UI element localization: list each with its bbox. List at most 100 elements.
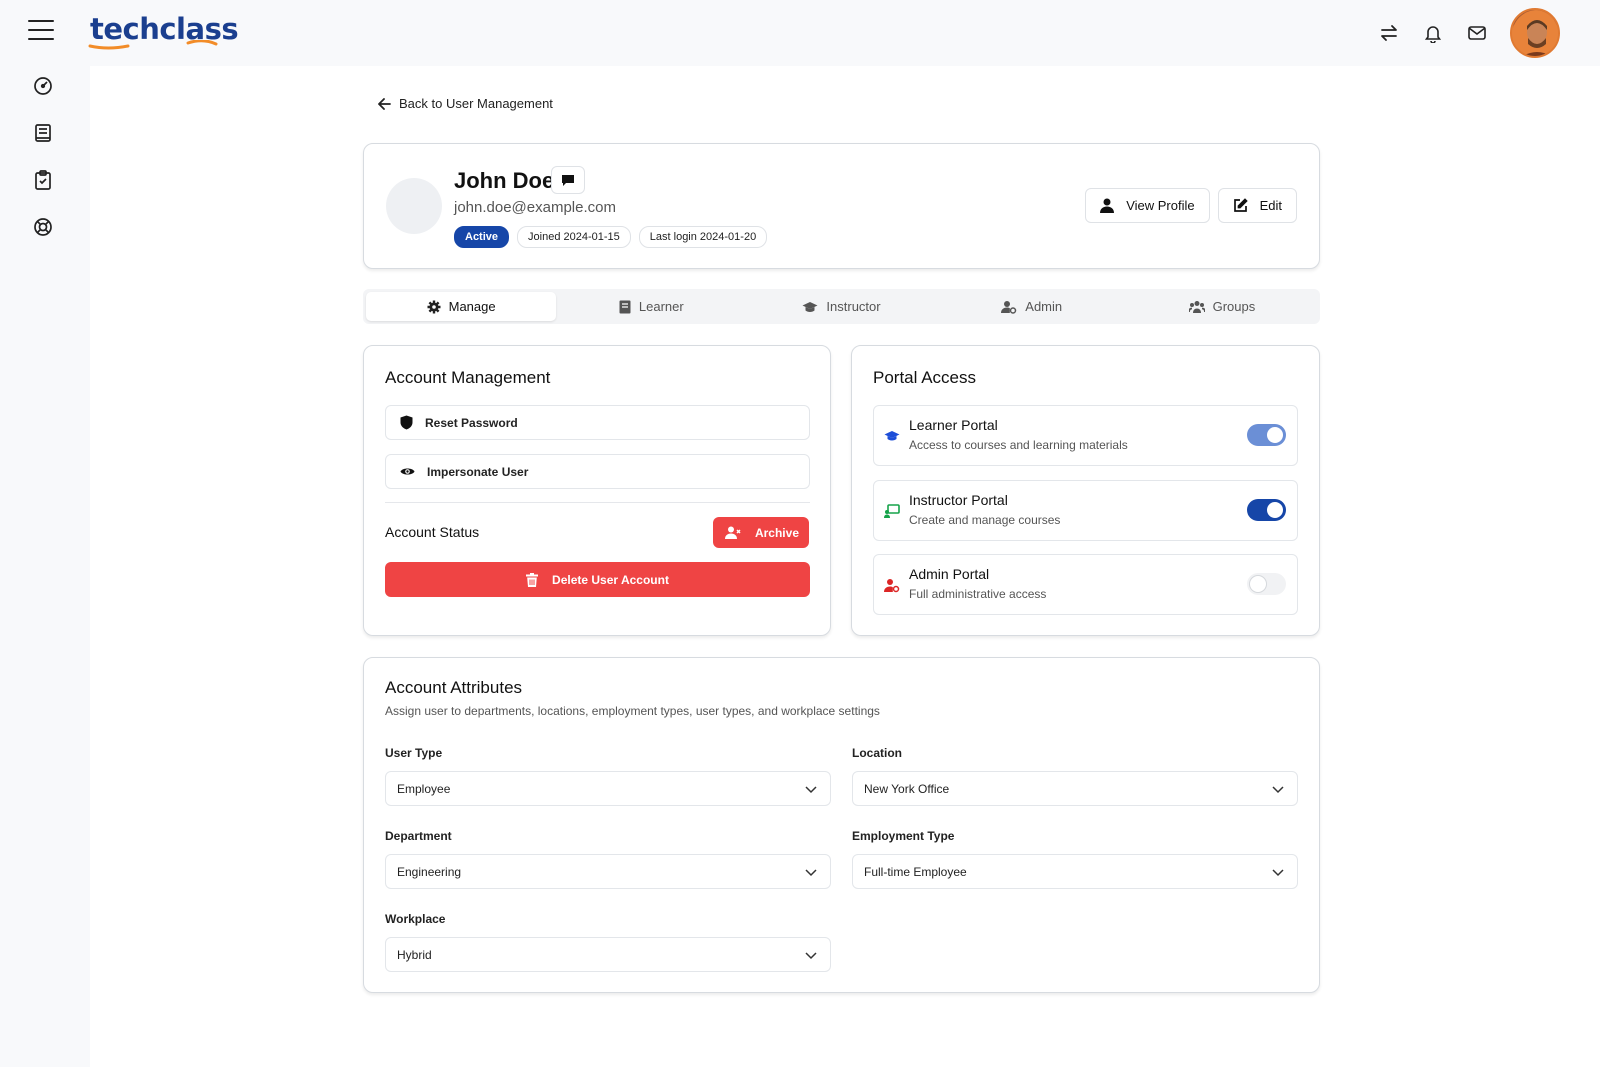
switch-icon[interactable] <box>1378 22 1400 44</box>
learner-portal-name: Learner Portal <box>909 417 998 433</box>
sidebar <box>0 66 90 1067</box>
user-type-select[interactable]: Employee <box>385 771 831 806</box>
workplace-select[interactable]: Hybrid <box>385 937 831 972</box>
user-cog-icon <box>884 579 900 593</box>
user-type-value: Employee <box>397 781 451 796</box>
presentation-icon <box>884 504 900 518</box>
tab-learner-label: Learner <box>638 299 684 314</box>
gear-icon <box>427 300 441 313</box>
tab-manage[interactable]: Manage <box>366 292 557 321</box>
tab-groups-label: Groups <box>1212 299 1256 314</box>
workplace-value: Hybrid <box>397 947 432 962</box>
employment-type-label: Employment Type <box>852 829 955 843</box>
impersonate-user-label: Impersonate User <box>427 464 529 479</box>
arrow-left-icon <box>378 97 391 110</box>
users-icon <box>1188 301 1205 313</box>
instructor-portal-row: Instructor Portal Create and manage cour… <box>873 480 1298 541</box>
shield-icon <box>400 415 413 430</box>
account-management-title: Account Management <box>385 368 551 387</box>
tab-learner[interactable]: Learner <box>556 292 746 321</box>
learner-portal-desc: Access to courses and learning materials <box>909 438 1128 452</box>
admin-portal-toggle[interactable] <box>1247 573 1286 595</box>
edit-label: Edit <box>1259 198 1282 213</box>
view-profile-label: View Profile <box>1126 198 1195 213</box>
archive-button[interactable]: Archive <box>712 517 809 548</box>
account-management-card: Account Management Reset Password Impers… <box>363 345 831 636</box>
instructor-portal-desc: Create and manage courses <box>909 513 1061 527</box>
tab-admin[interactable]: Admin <box>937 292 1127 321</box>
back-link-label: Back to User Management <box>399 96 553 111</box>
mail-icon[interactable] <box>1466 22 1488 44</box>
chevron-down-icon <box>805 869 817 877</box>
tab-instructor[interactable]: Instructor <box>746 292 936 321</box>
delete-user-account-label: Delete User Account <box>552 572 669 587</box>
message-button[interactable] <box>551 166 585 194</box>
chevron-down-icon <box>805 786 817 794</box>
user-cog-icon <box>1001 300 1017 314</box>
lifebuoy-icon[interactable] <box>32 216 54 238</box>
admin-portal-desc: Full administrative access <box>909 587 1047 601</box>
logo-swoosh-icon <box>88 40 218 50</box>
account-attributes-card: Account Attributes Assign user to depart… <box>363 657 1320 993</box>
department-value: Engineering <box>397 864 462 879</box>
menu-icon[interactable] <box>28 20 54 42</box>
eye-icon <box>400 468 415 475</box>
delete-user-account-button[interactable]: Delete User Account <box>385 562 810 597</box>
impersonate-user-button[interactable]: Impersonate User <box>385 454 810 489</box>
workplace-label: Workplace <box>385 912 446 926</box>
profile-card: John Doe john.doe@example.com Active Joi… <box>363 143 1320 269</box>
location-value: New York Office <box>864 781 950 796</box>
user-name: John Doe <box>454 168 555 193</box>
reset-password-label: Reset Password <box>425 415 518 430</box>
archive-label: Archive <box>754 525 799 540</box>
admin-portal-name: Admin Portal <box>909 566 990 582</box>
user-remove-icon <box>724 526 741 539</box>
top-bar: techclass <box>0 0 1600 66</box>
joined-badge: Joined 2024-01-15 <box>517 226 631 248</box>
tab-bar: Manage Learner Instructor Admin Groups <box>363 289 1320 324</box>
learner-portal-row: Learner Portal Access to courses and lea… <box>873 405 1298 466</box>
tab-admin-label: Admin <box>1025 299 1063 314</box>
portal-access-title: Portal Access <box>873 368 976 387</box>
view-profile-button[interactable]: View Profile <box>1085 188 1210 223</box>
tab-groups[interactable]: Groups <box>1127 292 1317 321</box>
user-type-label: User Type <box>385 746 443 760</box>
trash-icon <box>526 572 539 587</box>
edit-icon <box>1233 198 1248 212</box>
instructor-portal-name: Instructor Portal <box>909 492 1008 508</box>
chat-icon <box>562 174 574 186</box>
employment-type-value: Full-time Employee <box>864 864 967 879</box>
account-attributes-subtitle: Assign user to departments, locations, e… <box>385 704 880 718</box>
instructor-portal-toggle[interactable] <box>1247 499 1286 521</box>
location-select[interactable]: New York Office <box>852 771 1298 806</box>
bell-icon[interactable] <box>1422 22 1444 44</box>
dashboard-icon[interactable] <box>32 75 54 97</box>
graduation-cap-icon <box>884 431 900 441</box>
account-attributes-title: Account Attributes <box>385 678 523 697</box>
back-to-user-management-link[interactable]: Back to User Management <box>378 96 553 111</box>
status-badge: Active <box>454 226 510 248</box>
employment-type-select[interactable]: Full-time Employee <box>852 854 1298 889</box>
location-label: Location <box>852 746 902 760</box>
user-email: john.doe@example.com <box>454 199 616 216</box>
account-status-label: Account Status <box>385 524 480 540</box>
reset-password-button[interactable]: Reset Password <box>385 405 810 440</box>
user-icon <box>1100 198 1115 213</box>
edit-button[interactable]: Edit <box>1217 188 1297 223</box>
divider <box>385 502 810 503</box>
admin-portal-row: Admin Portal Full administrative access <box>873 554 1298 615</box>
department-label: Department <box>385 829 452 843</box>
clipboard-check-icon[interactable] <box>32 169 54 191</box>
book-icon[interactable] <box>32 122 54 144</box>
user-avatar[interactable] <box>1510 8 1560 58</box>
book-icon <box>619 300 631 313</box>
chevron-down-icon <box>1272 869 1284 877</box>
chevron-down-icon <box>1272 786 1284 794</box>
department-select[interactable]: Engineering <box>385 854 831 889</box>
portal-access-card: Portal Access Learner Portal Access to c… <box>851 345 1320 636</box>
tab-instructor-label: Instructor <box>826 299 881 314</box>
last-login-badge: Last login 2024-01-20 <box>638 226 768 248</box>
chevron-down-icon <box>805 952 817 960</box>
learner-portal-toggle[interactable] <box>1247 424 1286 446</box>
profile-avatar <box>386 178 442 234</box>
